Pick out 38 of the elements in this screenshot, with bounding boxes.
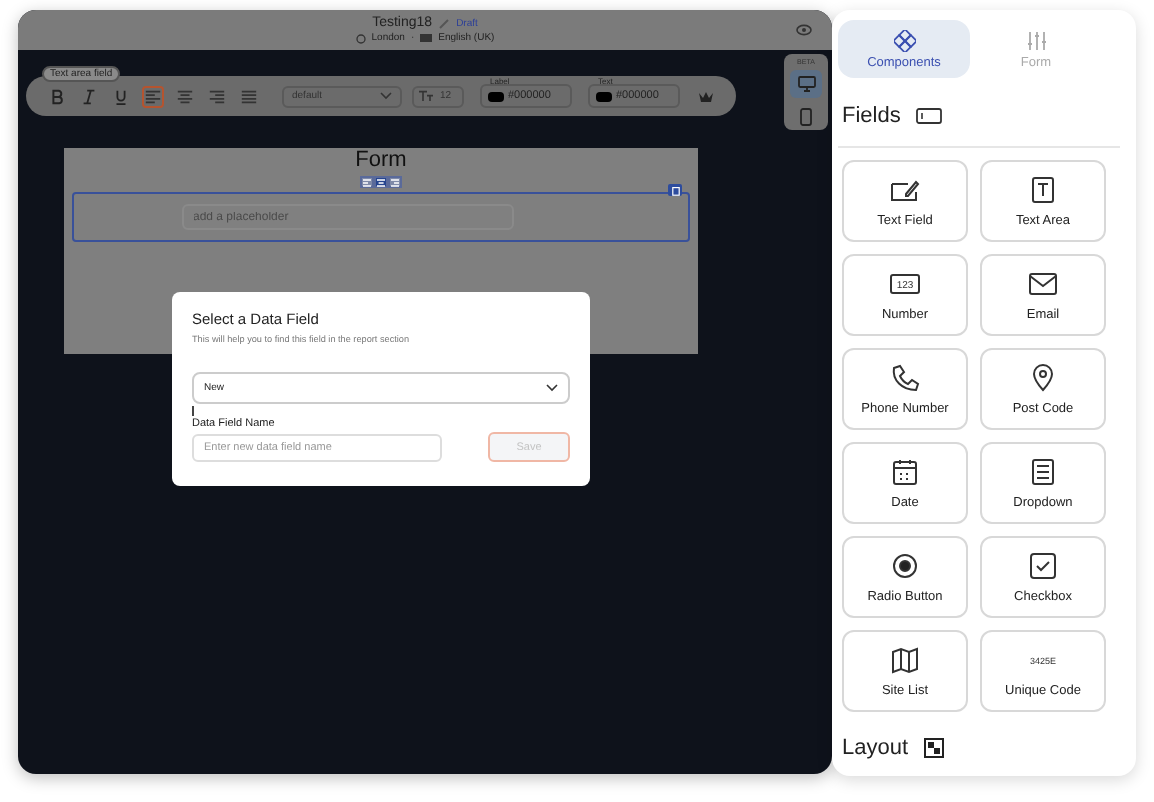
dropdown-icon (1028, 457, 1058, 485)
layout-icon (924, 738, 945, 758)
text-size-icon (418, 90, 434, 102)
align-left-button[interactable] (142, 85, 164, 107)
align-right-button[interactable] (206, 85, 228, 107)
flag-icon (420, 34, 433, 42)
radio-icon (890, 551, 920, 579)
text-field-icon (890, 175, 920, 203)
align-center-button[interactable] (174, 85, 196, 107)
layout-heading: Layout (842, 736, 909, 760)
monitor-icon (797, 76, 815, 92)
clock-icon (355, 33, 366, 43)
checkbox-icon (1028, 551, 1058, 579)
form-heading: Form (353, 148, 409, 174)
phone-icon (890, 363, 920, 391)
justify-button[interactable] (238, 85, 260, 107)
align-button[interactable] (374, 176, 388, 188)
chevron-icon (380, 92, 392, 100)
email-icon (1028, 269, 1058, 297)
bold-button[interactable] (46, 85, 68, 107)
italic-button[interactable] (78, 85, 100, 107)
date-icon (890, 457, 920, 485)
delete-button[interactable] (668, 184, 682, 196)
fields-heading: Fields (842, 104, 901, 128)
phone-icon (800, 107, 812, 125)
diamond-grid-icon (893, 29, 915, 51)
align-button[interactable] (388, 176, 402, 188)
desktop-button[interactable] (790, 70, 822, 98)
input-icon (916, 108, 943, 124)
align-button[interactable] (360, 176, 374, 188)
sliders-icon (1025, 29, 1047, 51)
crown-icon[interactable] (698, 89, 714, 103)
text-area-icon (1028, 175, 1058, 203)
pin-icon (1028, 363, 1058, 391)
pencil-icon[interactable] (438, 17, 451, 29)
map-icon (890, 645, 920, 673)
chevron-icon (546, 384, 558, 392)
eye-icon[interactable] (796, 24, 812, 36)
